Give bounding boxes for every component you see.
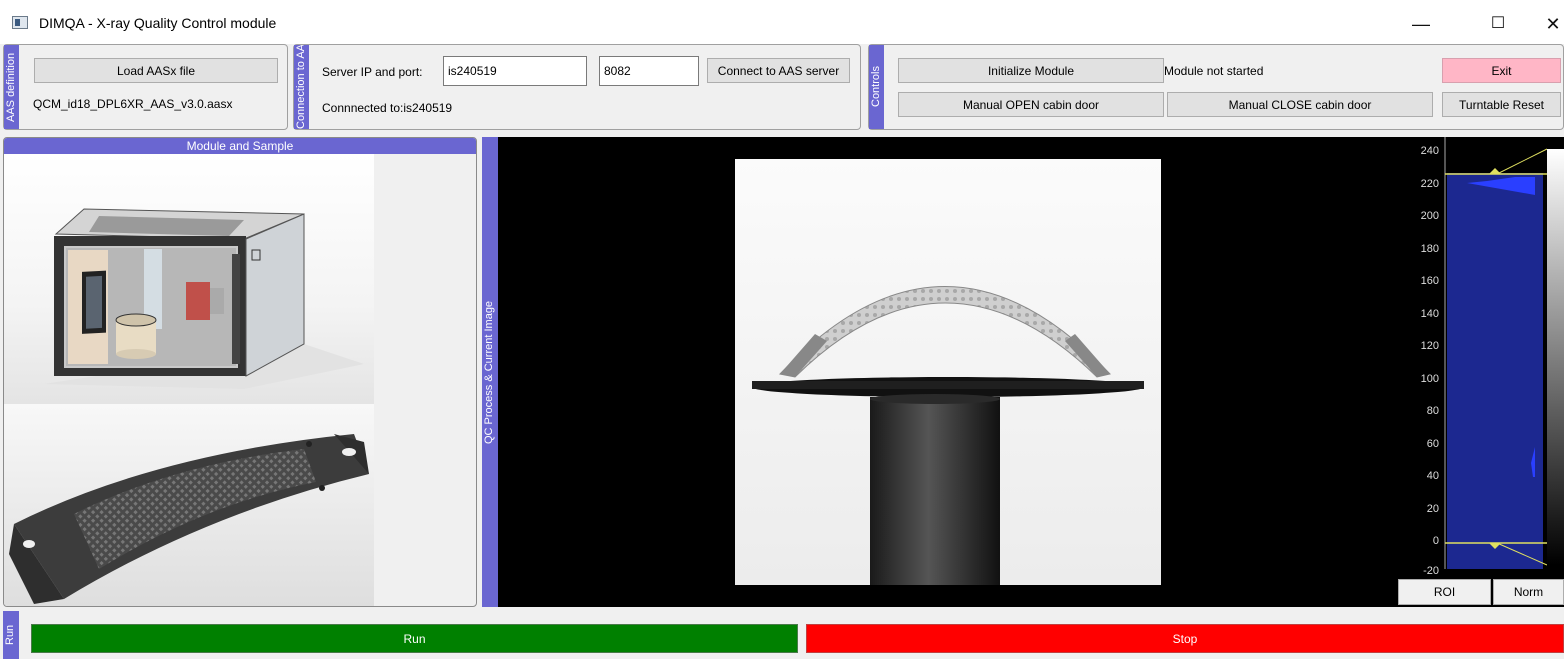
histogram-tick: 100 xyxy=(1420,373,1439,385)
histogram-tick: 220 xyxy=(1420,178,1439,190)
module-cabinet-render xyxy=(4,154,374,404)
histogram-widget[interactable]: 240 220 200 180 160 140 120 100 80 60 40… xyxy=(1397,137,1564,577)
window-title: DIMQA - X-ray Quality Control module xyxy=(39,15,277,31)
histogram-tick: 180 xyxy=(1420,243,1439,255)
histogram-tick: 0 xyxy=(1432,535,1439,547)
app-icon xyxy=(12,16,28,29)
xray-current-image xyxy=(735,159,1161,585)
controls-group: Controls Initialize Module Module not st… xyxy=(868,44,1564,130)
stop-button[interactable]: Stop xyxy=(806,624,1564,653)
manual-close-door-button[interactable]: Manual CLOSE cabin door xyxy=(1167,92,1433,117)
aas-definition-group: AAS definition Load AASx file QCM_id18_D… xyxy=(3,44,288,130)
module-status-label: Module not started xyxy=(1164,64,1264,78)
histogram-tick: 200 xyxy=(1420,210,1439,222)
histogram-tick: 120 xyxy=(1420,340,1439,352)
histogram-tick: 20 xyxy=(1426,503,1439,515)
server-ip-input[interactable]: is240519 xyxy=(443,56,587,86)
close-button[interactable]: ✕ xyxy=(1530,9,1564,39)
run-button[interactable]: Run xyxy=(31,624,798,653)
exit-button[interactable]: Exit xyxy=(1442,58,1561,83)
aas-connection-label: Connection to AAS server xyxy=(294,45,309,129)
norm-button[interactable]: Norm xyxy=(1493,579,1564,605)
histogram-tick: 140 xyxy=(1420,308,1439,320)
server-port-input[interactable]: 8082 xyxy=(599,56,699,86)
qc-process-label: QC Process & Current Image xyxy=(482,137,498,607)
initialize-module-button[interactable]: Initialize Module xyxy=(898,58,1164,83)
load-aasx-button[interactable]: Load AASx file xyxy=(34,58,278,83)
controls-label: Controls xyxy=(869,45,884,129)
aas-connection-group: Connection to AAS server Server IP and p… xyxy=(293,44,861,130)
histogram-axis: 240 220 200 180 160 140 120 100 80 60 40… xyxy=(1397,145,1441,577)
manual-open-door-button[interactable]: Manual OPEN cabin door xyxy=(898,92,1164,117)
histogram-tick: 160 xyxy=(1420,275,1439,287)
aas-definition-label: AAS definition xyxy=(4,45,19,129)
qc-process-panel: QC Process & Current Image 240 220 200 1… xyxy=(482,137,1564,607)
title-bar: DIMQA - X-ray Quality Control module — ☐… xyxy=(0,0,1564,44)
histogram-tick: -20 xyxy=(1423,565,1439,577)
run-section-label: Run xyxy=(3,611,19,659)
sample-illustration xyxy=(9,434,369,604)
minimize-button[interactable]: — xyxy=(1398,9,1444,39)
xray-illustration xyxy=(735,159,1161,585)
module-sample-panel: Module and Sample xyxy=(3,137,477,607)
connection-status-label: Connnected to:is240519 xyxy=(322,101,453,115)
sample-part-render xyxy=(4,404,374,606)
loaded-file-label: QCM_id18_DPL6XR_AAS_v3.0.aasx xyxy=(33,97,233,111)
histogram-tick: 80 xyxy=(1426,405,1439,417)
maximize-button[interactable]: ☐ xyxy=(1475,9,1521,39)
histogram-tick: 40 xyxy=(1426,470,1439,482)
histogram-tick: 60 xyxy=(1426,438,1439,450)
server-ip-port-label: Server IP and port: xyxy=(322,65,423,79)
connect-aas-button[interactable]: Connect to AAS server xyxy=(707,58,850,83)
turntable-reset-button[interactable]: Turntable Reset xyxy=(1442,92,1561,117)
module-sample-title: Module and Sample xyxy=(4,138,476,154)
histogram-tick: 240 xyxy=(1420,145,1439,157)
roi-button[interactable]: ROI xyxy=(1398,579,1491,605)
cabinet-illustration xyxy=(44,208,364,389)
